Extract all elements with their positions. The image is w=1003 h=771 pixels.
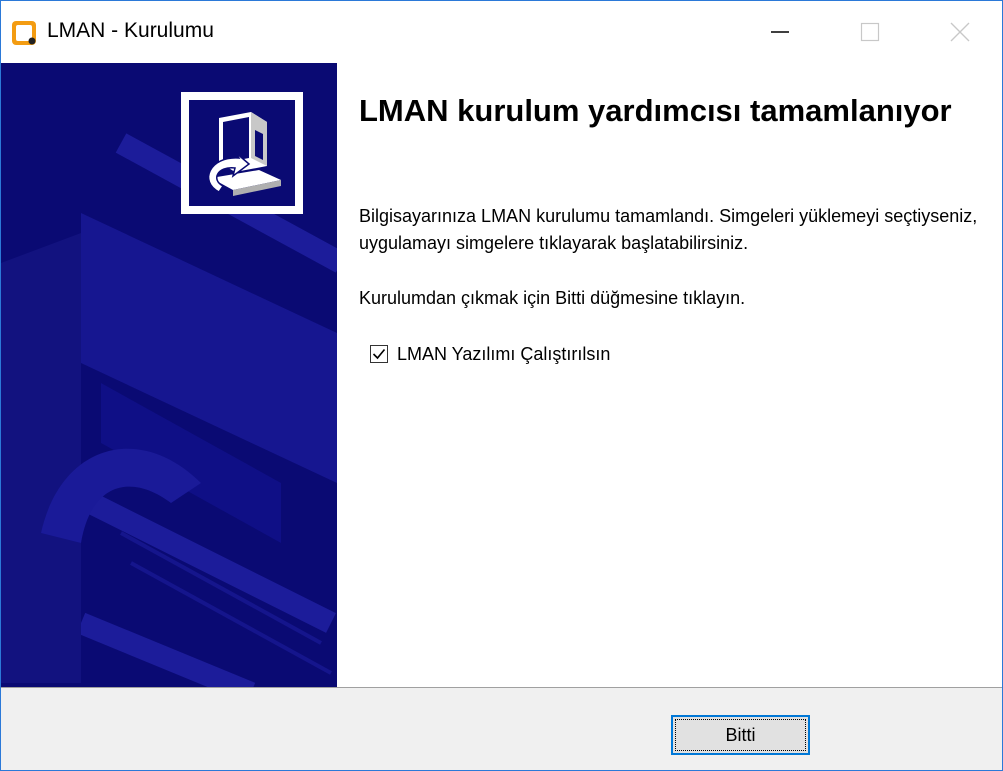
minimize-button[interactable] <box>734 1 826 63</box>
finish-button[interactable]: Bitti <box>671 715 810 755</box>
wizard-banner <box>1 63 337 687</box>
setup-window: LMAN - Kurulumu LMAN kurulum yardımcısı … <box>0 0 1003 771</box>
checkbox-box[interactable] <box>370 345 388 363</box>
page-title: LMAN kurulum yardımcısı tamamlanıyor <box>359 93 952 128</box>
maximize-button[interactable] <box>824 1 916 63</box>
exit-instruction: Kurulumdan çıkmak için Bitti düğmesine t… <box>359 288 746 308</box>
title-bar[interactable]: LMAN - Kurulumu <box>1 1 1002 63</box>
finish-button-label: Bitti <box>725 724 756 745</box>
window-title: LMAN - Kurulumu <box>47 19 214 42</box>
close-button[interactable] <box>914 1 1002 63</box>
completion-message: Bilgisayarınıza LMAN kurulumu tamamlandı… <box>359 206 978 253</box>
run-app-checkbox[interactable]: LMAN Yazılımı Çalıştırılsın <box>370 342 610 366</box>
installer-logo <box>181 92 303 214</box>
checkmark-icon <box>372 348 386 360</box>
wizard-footer: Bitti <box>1 687 1002 770</box>
wizard-content: LMAN kurulum yardımcısı tamamlanıyor Bil… <box>337 63 1002 687</box>
app-icon <box>11 20 37 46</box>
close-icon <box>950 22 970 42</box>
checkbox-label: LMAN Yazılımı Çalıştırılsın <box>397 343 611 364</box>
installer-computer-icon <box>207 112 281 196</box>
maximize-icon <box>860 22 880 42</box>
minimize-icon <box>770 22 790 42</box>
